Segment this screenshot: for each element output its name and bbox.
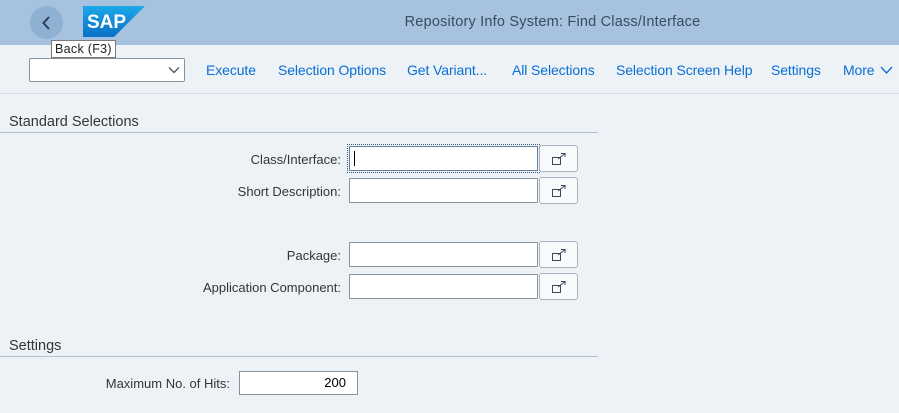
execute-button[interactable]: Execute <box>206 62 256 78</box>
class-interface-label: Class/Interface: <box>250 152 341 167</box>
back-tooltip: Back (F3) <box>51 40 116 58</box>
get-variant-button[interactable]: Get Variant... <box>407 62 487 78</box>
package-input[interactable] <box>349 242 538 267</box>
multiple-selection-icon <box>551 280 565 293</box>
multiple-selection-icon <box>551 152 565 165</box>
max-hits-input[interactable]: 200 <box>239 371 358 395</box>
multiple-selection-button[interactable] <box>539 241 578 268</box>
text-caret <box>354 151 355 166</box>
class-interface-input[interactable] <box>349 146 538 171</box>
more-label: More <box>843 62 875 78</box>
section-divider <box>0 132 598 133</box>
max-hits-label: Maximum No. of Hits: <box>105 376 230 391</box>
application-component-label: Application Component: <box>202 280 341 295</box>
settings-section-title: Settings <box>9 338 62 354</box>
section-divider <box>0 356 598 357</box>
selection-screen-help-button[interactable]: Selection Screen Help <box>616 62 753 78</box>
short-description-label: Short Description: <box>237 184 341 199</box>
multiple-selection-icon <box>551 184 565 197</box>
short-description-input[interactable] <box>349 178 538 203</box>
chevron-down-icon <box>880 66 892 74</box>
all-selections-button[interactable]: All Selections <box>512 62 595 78</box>
toolbar: Execute Selection Options Get Variant...… <box>0 45 899 94</box>
multiple-selection-button[interactable] <box>539 145 578 172</box>
settings-button[interactable]: Settings <box>771 62 821 78</box>
application-component-input[interactable] <box>349 274 538 299</box>
standard-selections-title: Standard Selections <box>9 114 139 130</box>
page-title: Repository Info System: Find Class/Inter… <box>404 14 701 30</box>
multiple-selection-button[interactable] <box>539 273 578 300</box>
selection-options-button[interactable]: Selection Options <box>278 62 386 78</box>
multiple-selection-button[interactable] <box>539 177 578 204</box>
chevron-down-icon <box>168 67 180 74</box>
more-button[interactable]: More <box>843 62 893 78</box>
multiple-selection-icon <box>551 248 565 261</box>
shell-header: SAP Repository Info System: Find Class/I… <box>0 0 899 45</box>
package-label: Package: <box>286 248 341 263</box>
variant-dropdown[interactable] <box>29 58 185 82</box>
